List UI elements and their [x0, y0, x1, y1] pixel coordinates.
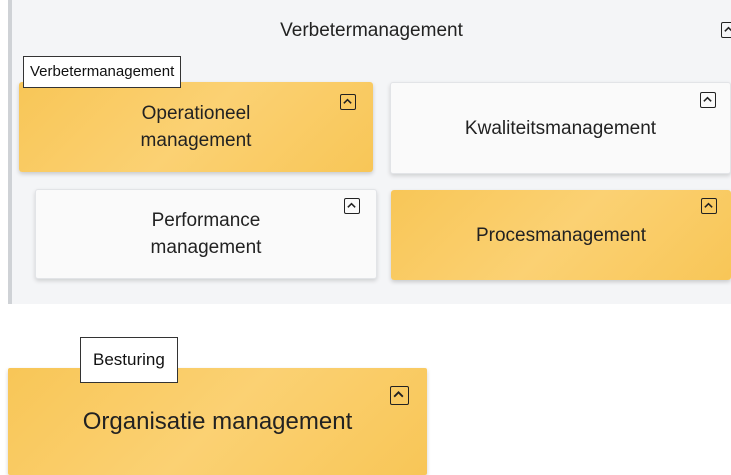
tile-label: Organisatie management	[82, 408, 353, 435]
tile-collapse-toggle[interactable]	[344, 198, 360, 214]
panel-title: Verbetermanagement	[280, 20, 463, 41]
tile-label-line2: management	[150, 237, 262, 258]
tile-label: Performance management	[151, 207, 262, 261]
tile-collapse-toggle[interactable]	[340, 94, 356, 110]
tile-operationeel-management[interactable]: Operationeel management	[19, 82, 373, 172]
tile-label: Operationeel management	[141, 100, 252, 154]
chevron-up-icon	[704, 202, 713, 208]
tile-label-line1: Performance	[151, 210, 261, 231]
tile-label-line1: Operationeel	[141, 103, 251, 124]
tile-organisatie-management[interactable]: Organisatie management	[8, 368, 427, 475]
tooltip-verbetermanagement: Verbetermanagement	[23, 56, 182, 88]
tile-performance-management[interactable]: Performance management	[35, 189, 377, 279]
tile-label: Kwaliteitsmanagement	[465, 115, 656, 142]
tile-label-line1: Procesmanagement	[475, 224, 647, 246]
chevron-up-icon	[703, 96, 712, 102]
chevron-up-icon	[724, 26, 731, 32]
tile-kwaliteitsmanagement[interactable]: Kwaliteitsmanagement	[390, 82, 731, 174]
chevron-up-icon	[393, 391, 404, 398]
tile-procesmanagement[interactable]: Procesmanagement	[391, 190, 731, 280]
chevron-up-icon	[347, 202, 356, 208]
panel-collapse-toggle[interactable]	[721, 22, 731, 38]
tile-label: Procesmanagement	[476, 222, 646, 249]
tile-collapse-toggle[interactable]	[390, 386, 409, 405]
tile-collapse-toggle[interactable]	[701, 198, 717, 214]
chevron-up-icon	[343, 98, 352, 104]
tile-label-line1: Kwaliteitsmanagement	[464, 117, 657, 139]
tile-label-line2: management	[140, 130, 252, 151]
tile-collapse-toggle[interactable]	[700, 92, 716, 108]
tooltip-besturing: Besturing	[80, 337, 178, 383]
